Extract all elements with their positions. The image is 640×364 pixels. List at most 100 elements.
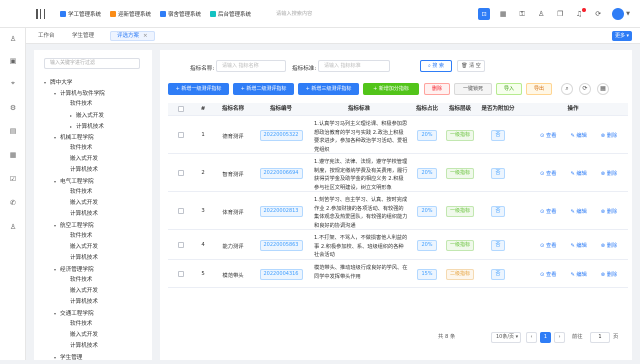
bonus-tag: 否 xyxy=(491,130,505,141)
system-link-dorm[interactable]: 宿舍管理系统 xyxy=(160,10,201,18)
phone-icon[interactable]: ✆ xyxy=(8,198,18,208)
add-level3-button[interactable]: + 新增三级测评指标 xyxy=(298,83,359,95)
view-button[interactable]: ⊙ 查看 xyxy=(540,272,563,278)
clear-button[interactable]: 🗑 清 空 xyxy=(457,60,485,72)
person2-icon[interactable]: ♙ xyxy=(8,222,18,232)
tree-node[interactable]: 软件技术 xyxy=(44,99,144,110)
tab-evaluation[interactable]: 评选方案 × xyxy=(110,31,155,41)
row-checkbox[interactable] xyxy=(178,271,184,277)
add-level2-button[interactable]: + 新增二级测评指标 xyxy=(233,83,294,95)
settings-icon[interactable]: ⚙ xyxy=(8,103,18,113)
copy-icon[interactable]: ❐ xyxy=(554,8,566,20)
pin-icon[interactable]: ⌖ xyxy=(8,78,18,88)
edit-button[interactable]: ✎ 编辑 xyxy=(570,133,593,139)
tree-node[interactable]: ▾ 交通工程学院 xyxy=(44,308,144,319)
tree-node[interactable]: ▾ 机械工程学院 xyxy=(44,132,144,143)
edit-button[interactable]: ✎ 编辑 xyxy=(570,171,593,177)
tree-filter-input[interactable]: 输入关键字进行过滤 xyxy=(44,58,140,69)
tree-node[interactable]: 嵌入式开发 xyxy=(44,286,144,297)
system-nav: 学工管理系统 迎新管理系统 宿舍管理系统 后台管理系统 xyxy=(60,0,260,28)
prev-page-button[interactable]: ‹ xyxy=(526,332,537,343)
add-level1-button[interactable]: + 新增一级测评指标 xyxy=(168,83,229,95)
view-button[interactable]: ⊙ 查看 xyxy=(540,133,563,139)
next-page-button[interactable]: › xyxy=(554,332,565,343)
tree-node[interactable]: 计算机技术 xyxy=(44,165,144,176)
tree-node[interactable]: ▾ 航空工程学院 xyxy=(44,220,144,231)
delete-row-button[interactable]: ⊗ 删除 xyxy=(601,171,624,177)
tree-node[interactable]: 软件技术 xyxy=(44,231,144,242)
indicator-name-input[interactable]: 请输入 指标名称 xyxy=(216,60,286,72)
tree-node[interactable]: ▸ 计算机技术 xyxy=(44,121,144,132)
tree-node[interactable]: 软件技术 xyxy=(44,187,144,198)
tree-node[interactable]: ▾ 电气工程学院 xyxy=(44,176,144,187)
tree-node[interactable]: 嵌入式开发 xyxy=(44,242,144,253)
add-bonus-button[interactable]: + 新增加分指标 xyxy=(363,83,419,95)
system-link-student[interactable]: 学工管理系统 xyxy=(60,10,101,18)
page-size-select[interactable]: 10条/页 ▾ xyxy=(491,332,521,343)
user-card-icon[interactable]: ▣ xyxy=(8,56,18,66)
tree-node[interactable]: ▾ 经济管理学院 xyxy=(44,264,144,275)
tree-node[interactable]: 软件技术 xyxy=(44,319,144,330)
tree-node[interactable]: 嵌入式开发 xyxy=(44,330,144,341)
tree-node[interactable]: 计算机技术 xyxy=(44,209,144,220)
system-link-welcome[interactable]: 迎新管理系统 xyxy=(110,10,151,18)
select-all-checkbox[interactable] xyxy=(178,106,184,112)
tab-workbench[interactable]: 工作台 xyxy=(32,31,61,41)
edit-button[interactable]: ✎ 编辑 xyxy=(570,209,593,215)
shirt-icon[interactable]: ♙ xyxy=(535,8,547,20)
bell-icon[interactable]: ♫ xyxy=(573,8,587,20)
row-checkbox[interactable] xyxy=(178,242,184,248)
refresh-icon[interactable]: ⟳ xyxy=(592,8,604,20)
view-button[interactable]: ⊙ 查看 xyxy=(540,209,563,215)
tree-node[interactable]: ▾ 牌中大学 xyxy=(44,77,144,88)
delete-row-button[interactable]: ⊗ 删除 xyxy=(601,133,624,139)
tree-node[interactable]: ▸ 嵌入式开发 xyxy=(44,110,144,121)
export-button[interactable]: 导出 xyxy=(526,83,552,95)
view-button[interactable]: ⊙ 查看 xyxy=(540,243,563,249)
chart-icon[interactable]: ☑ xyxy=(8,174,18,184)
search-button[interactable]: ⌕ 搜 索 xyxy=(420,60,452,72)
tree-node[interactable]: ▾ 学生管理 xyxy=(44,352,144,363)
book-icon[interactable]: ▤ xyxy=(8,126,18,136)
edit-button[interactable]: ✎ 编辑 xyxy=(570,272,593,278)
search-toggle-icon[interactable]: ⌕ xyxy=(561,83,573,95)
edit-button[interactable]: ✎ 编辑 xyxy=(570,243,593,249)
chevron-down-icon[interactable]: ▼ xyxy=(626,11,630,17)
scan-icon[interactable]: ⊡ xyxy=(478,8,491,20)
page-1-button[interactable]: 1 xyxy=(540,332,551,343)
delete-row-button[interactable]: ⊗ 删除 xyxy=(601,272,624,278)
delete-button[interactable]: 删除 xyxy=(424,83,450,95)
table-header: # 指标名称 指标编号 指标标准 指标占比 指标层级 是否为附加分 操作 xyxy=(168,103,628,116)
import-button[interactable]: 导入 xyxy=(496,83,522,95)
delete-row-button[interactable]: ⊗ 删除 xyxy=(601,243,624,249)
view-button[interactable]: ⊙ 查看 xyxy=(540,171,563,177)
tab-student[interactable]: 学生管理 xyxy=(66,31,100,41)
person-icon[interactable]: ♙ xyxy=(8,34,18,44)
indicator-std-input[interactable]: 请输入 指标标准 xyxy=(318,60,390,72)
tree-node[interactable]: ▾ 计算机与软件学院 xyxy=(44,88,144,99)
user-avatar[interactable] xyxy=(612,8,625,20)
global-search-input[interactable]: 请输入搜索内容 xyxy=(268,9,366,19)
tree-node[interactable]: 软件技术 xyxy=(44,275,144,286)
close-icon[interactable]: × xyxy=(143,33,148,39)
tree-node[interactable]: 计算机技术 xyxy=(44,297,144,308)
system-link-admin[interactable]: 后台管理系统 xyxy=(210,10,251,18)
tree-node[interactable]: 嵌入式开发 xyxy=(44,154,144,165)
tree-node[interactable]: 计算机技术 xyxy=(44,341,144,352)
grid-icon[interactable]: ▦ xyxy=(8,150,18,160)
delete-row-button[interactable]: ⊗ 删除 xyxy=(601,209,624,215)
tree-node[interactable]: 计算机技术 xyxy=(44,253,144,264)
lock-all-button[interactable]: 一键锁死 xyxy=(454,83,492,95)
lock-icon[interactable]: ⚿ xyxy=(516,8,528,20)
calendar-icon[interactable]: ▦ xyxy=(497,8,509,20)
refresh-icon[interactable]: ⟳ xyxy=(579,83,591,95)
menu-grid-icon[interactable] xyxy=(36,9,45,19)
tree-node[interactable]: 嵌入式开发 xyxy=(44,198,144,209)
columns-icon[interactable]: ▦ xyxy=(597,83,609,95)
tree-node[interactable]: 软件技术 xyxy=(44,143,144,154)
more-button[interactable]: 更多 ▾ xyxy=(612,31,632,41)
page-jump-input[interactable]: 1 xyxy=(590,332,610,343)
row-checkbox[interactable] xyxy=(178,208,184,214)
row-checkbox[interactable] xyxy=(178,170,184,176)
row-checkbox[interactable] xyxy=(178,132,184,138)
